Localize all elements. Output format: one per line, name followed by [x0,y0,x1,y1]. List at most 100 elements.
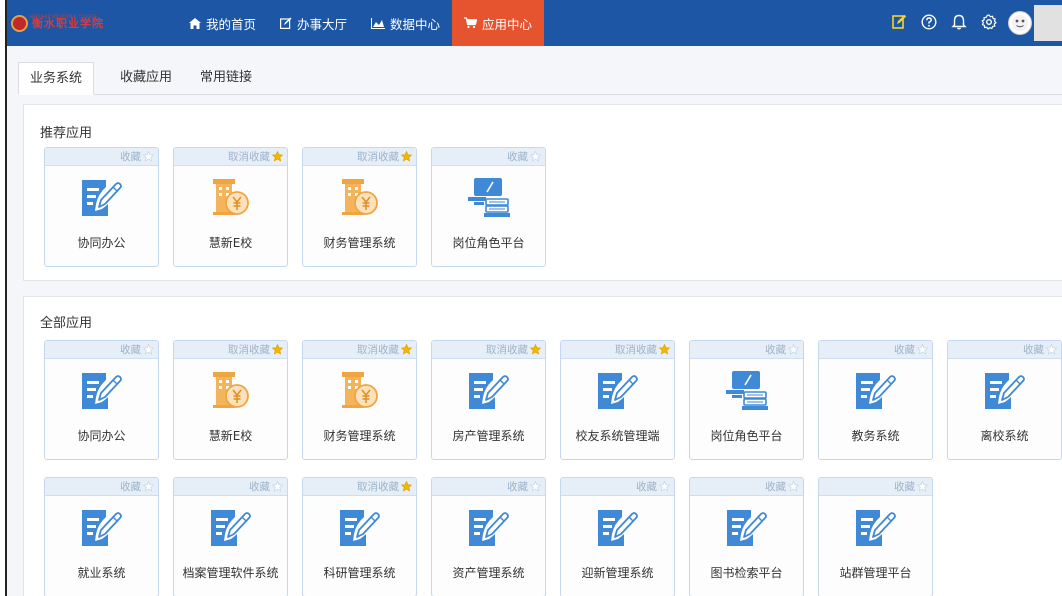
star-icon [1046,344,1057,355]
favorite-toggle[interactable]: 取消收藏 [303,148,416,166]
app-card[interactable]: 收藏 教务系统 [818,340,933,460]
favorite-toggle[interactable]: 取消收藏 [561,341,674,359]
doc-edit-icon [690,506,803,550]
favorite-toggle[interactable]: 收藏 [819,478,932,496]
favorite-toggle[interactable]: 收藏 [45,341,158,359]
app-name: 资产管理系统 [452,566,525,580]
home-icon [189,17,201,29]
favorite-toggle[interactable]: 取消收藏 [174,148,287,166]
favorite-toggle[interactable]: 收藏 [432,148,545,166]
app-card[interactable]: 收藏 图书检索平台 [689,477,804,596]
app-card[interactable]: 取消收藏财务管理系统 [302,340,417,460]
star-icon [401,481,412,492]
app-name: 岗位角色平台 [710,429,783,443]
favorite-toggle[interactable]: 取消收藏 [174,341,287,359]
nav-service-hall[interactable]: 办事大厅 [268,0,359,46]
user-menu[interactable] [1008,5,1062,41]
help-button[interactable] [914,0,944,46]
edit-icon [280,17,292,29]
nav-home[interactable]: 我的首页 [177,0,268,46]
app-card[interactable]: 收藏迎新管理系统 [560,477,675,596]
app-name: 财务管理系统 [323,429,396,443]
app-card[interactable]: 收藏 资产管理系统 [431,477,546,596]
star-icon [143,344,154,355]
favorite-label: 取消收藏 [357,151,399,163]
favorite-label: 取消收藏 [228,151,270,163]
favorite-toggle[interactable]: 取消收藏 [303,341,416,359]
app-card[interactable]: 收藏 协同办公 [44,340,159,460]
favorite-toggle[interactable]: 收藏 [690,478,803,496]
favorite-toggle[interactable]: 收藏 [819,341,932,359]
chart-icon [371,17,386,29]
tab-favorite-apps[interactable]: 收藏应用 [106,62,186,95]
tab-business-systems[interactable]: 业务系统 [18,62,94,95]
star-icon [659,481,670,492]
app-name: 财务管理系统 [323,236,396,250]
favorite-toggle[interactable]: 收藏 [432,478,545,496]
app-frame: 衡水职业学院 HENGSHUI VOCATIONAL COLLEGE 我的首页 … [5,0,1062,596]
app-card[interactable]: 取消收藏科研管理系统 [302,477,417,596]
app-card[interactable]: 取消收藏 慧新E校 [173,340,288,460]
app-card[interactable]: 收藏 站群管理平台 [818,477,933,596]
favorite-toggle[interactable]: 取消收藏 [303,478,416,496]
star-icon [530,151,541,162]
favorite-toggle[interactable]: 收藏 [561,478,674,496]
avatar [1008,11,1032,35]
doc-edit-icon [432,369,545,413]
gear-icon [981,13,997,33]
app-card[interactable]: 取消收藏 慧新E校 [173,147,288,267]
favorite-label: 收藏 [636,481,657,493]
favorite-toggle[interactable]: 收藏 [174,478,287,496]
doc-edit-icon [432,506,545,550]
favorite-label: 收藏 [120,151,141,163]
star-icon [143,481,154,492]
tab-common-links[interactable]: 常用链接 [186,62,266,95]
app-card[interactable]: 收藏 岗位角色平台 [431,147,546,267]
doc-edit-icon [45,369,158,413]
nav-data-center[interactable]: 数据中心 [359,0,452,46]
favorite-label: 收藏 [894,344,915,356]
favorite-label: 取消收藏 [228,344,270,356]
app-card[interactable]: 取消收藏财务管理系统 [302,147,417,267]
app-card[interactable]: 取消收藏房产管理系统 [431,340,546,460]
role-platform-icon [690,369,803,413]
app-name: 科研管理系统 [323,566,396,580]
app-name: 站群管理平台 [839,566,912,580]
finance-icon [303,176,416,220]
favorite-label: 收藏 [1023,344,1044,356]
settings-button[interactable] [974,0,1004,46]
app-card[interactable]: 收藏岗位角色平台 [689,340,804,460]
app-card[interactable]: 收藏 档案管理软件系统 [173,477,288,596]
star-icon [917,481,928,492]
finance-icon [174,176,287,220]
note-edit-icon [891,14,907,32]
app-card[interactable]: 取消收藏 校友系统管理端 [560,340,675,460]
doc-edit-icon [561,506,674,550]
app-card[interactable]: 收藏 就业系统 [44,477,159,596]
favorite-toggle[interactable]: 收藏 [690,341,803,359]
star-icon [917,344,928,355]
app-name: 岗位角色平台 [452,236,525,250]
star-icon [272,481,283,492]
recommended-apps-title: 推荐应用 [40,126,93,141]
star-icon [530,344,541,355]
note-edit-button[interactable] [884,0,914,46]
nav-app-center-label: 应用中心 [482,16,533,32]
favorite-label: 收藏 [765,344,786,356]
doc-edit-icon [948,369,1061,413]
favorite-toggle[interactable]: 收藏 [45,148,158,166]
app-name: 房产管理系统 [452,429,525,443]
star-icon [401,151,412,162]
app-card[interactable]: 收藏 离校系统 [947,340,1062,460]
favorite-label: 取消收藏 [357,481,399,493]
notification-button[interactable] [944,0,974,46]
app-card[interactable]: 收藏 协同办公 [44,147,159,267]
favorite-toggle[interactable]: 收藏 [45,478,158,496]
nav-app-center[interactable]: 应用中心 [452,0,545,46]
favorite-label: 收藏 [765,481,786,493]
school-seal-icon [11,14,28,32]
app-name: 迎新管理系统 [581,566,654,580]
favorite-toggle[interactable]: 收藏 [948,341,1061,359]
star-icon [401,344,412,355]
favorite-toggle[interactable]: 取消收藏 [432,341,545,359]
